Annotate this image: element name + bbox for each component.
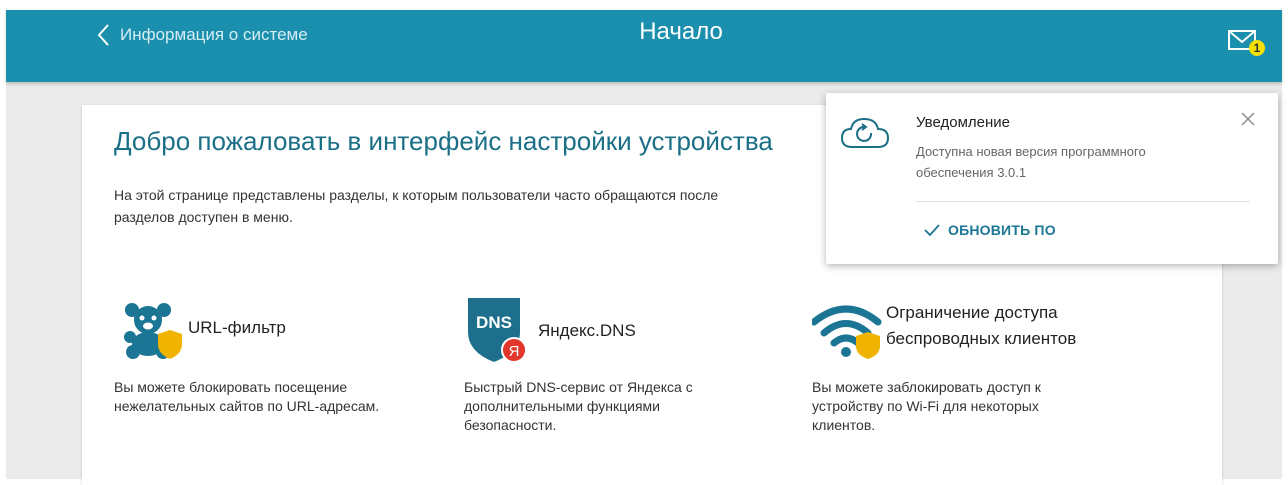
feature-description-line: клиентов. [812, 417, 876, 433]
notification-text: Доступна новая версия программного обесп… [916, 141, 1216, 183]
feature-title: Яндекс.DNS [538, 321, 636, 340]
feature-url-filter[interactable]: URL-фильтр Вы можете блокировать посещен… [114, 300, 444, 450]
notification-popup: Уведомление Доступна новая версия програ… [826, 93, 1278, 264]
dns-shield-yandex-icon: DNS Я [468, 298, 527, 363]
feature-title-line: беспроводных клиентов [886, 329, 1077, 348]
feature-description-line: устройству по Wi-Fi для некоторых [812, 398, 1039, 414]
feature-description: Вы можете блокировать посещение нежелате… [114, 378, 444, 416]
feature-description-line: Быстрый DNS-сервис от Яндекса с [464, 379, 693, 395]
feature-description-line: нежелательных сайтов по URL-адресам. [114, 398, 380, 414]
feature-description-line: дополнительными функциями [464, 398, 660, 414]
checkmark-icon [924, 224, 940, 236]
yandex-badge-text: Я [509, 343, 520, 360]
notification-count-badge: 1 [1249, 40, 1265, 56]
page-title: Начало [639, 18, 723, 45]
feature-title-line: Ограничение доступа [886, 303, 1058, 322]
feature-description: Вы можете заблокировать доступ к устройс… [812, 378, 1152, 435]
close-icon [1241, 112, 1255, 126]
update-firmware-label: ОБНОВИТЬ ПО [948, 222, 1056, 238]
teddy-bear-shield-icon [124, 303, 182, 359]
feature-description-line: безопасности. [464, 417, 557, 433]
feature-description: Быстрый DNS-сервис от Яндекса с дополнит… [464, 378, 794, 435]
divider [916, 201, 1250, 202]
welcome-title: Добро пожаловать в интерфейс настройки у… [114, 126, 773, 156]
feature-title: Ограничение доступа беспроводных клиенто… [886, 300, 1076, 352]
notification-text-line: Доступна новая версия программного [916, 144, 1146, 159]
notification-text-line: обеспечения 3.0.1 [916, 165, 1027, 180]
feature-yandex-dns[interactable]: DNS Я Яндекс.DNS Быстрый DNS-сервис от Я… [464, 296, 794, 456]
wifi-shield-icon [812, 305, 882, 359]
close-button[interactable] [1238, 109, 1258, 129]
notifications-button[interactable]: 1 [1228, 30, 1268, 62]
feature-description-line: Вы можете блокировать посещение [114, 379, 348, 395]
feature-title: URL-фильтр [188, 318, 286, 337]
update-firmware-button[interactable]: ОБНОВИТЬ ПО [924, 218, 1056, 242]
feature-wifi-restriction[interactable]: Ограничение доступа беспроводных клиенто… [812, 300, 1172, 456]
notification-title: Уведомление [916, 114, 1011, 131]
dns-icon-text: DNS [476, 313, 512, 332]
cloud-refresh-icon [840, 117, 890, 148]
feature-description-line: Вы можете заблокировать доступ к [812, 379, 1041, 395]
